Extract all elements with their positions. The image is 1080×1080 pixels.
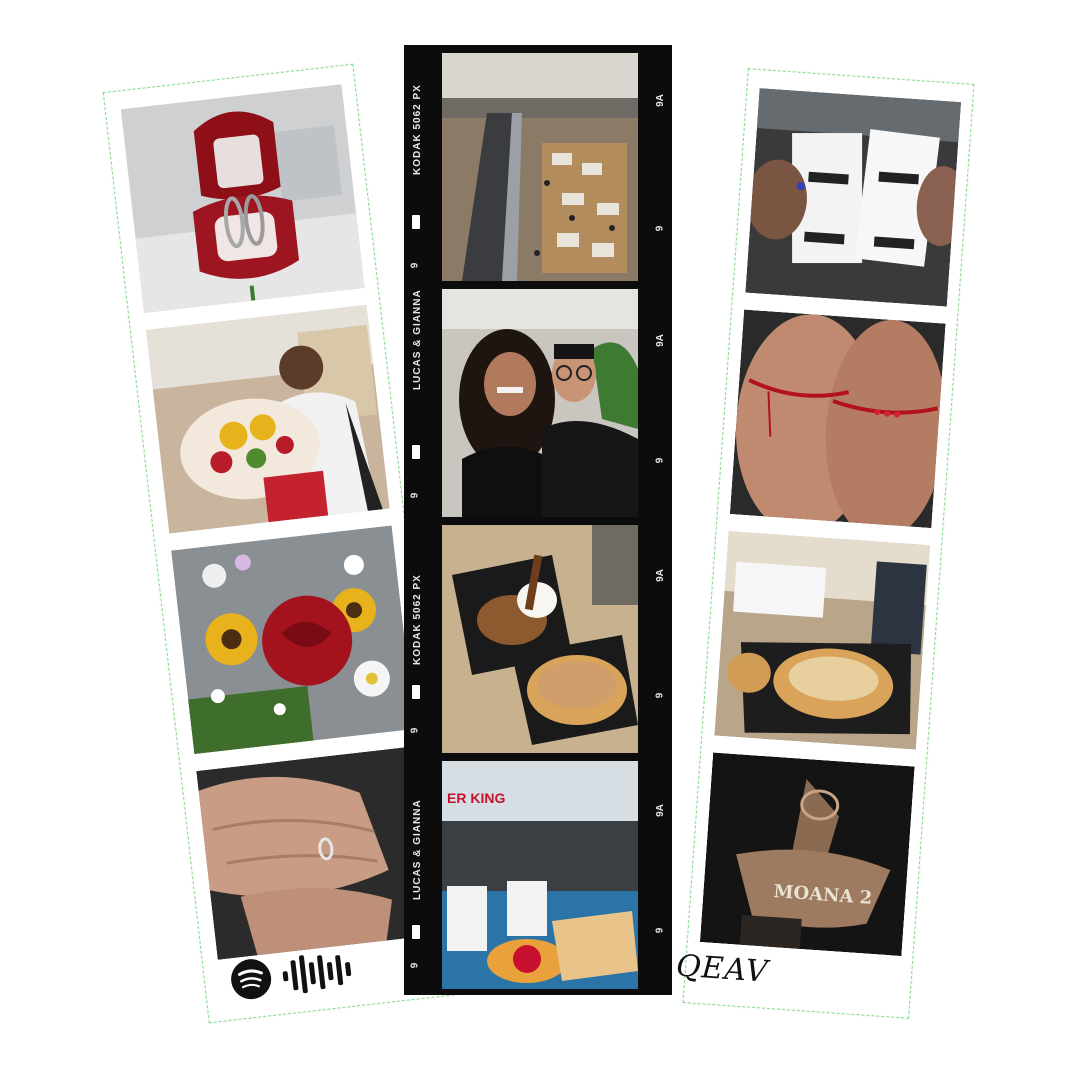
frame-number: 9A — [654, 94, 666, 107]
frame-number: 9 — [409, 262, 421, 269]
film-edge-label: KODAK 5062 PX — [412, 574, 423, 665]
mall-escalator-photo — [442, 53, 638, 281]
frame-number: 9A — [654, 804, 666, 817]
rose-sunflower-bouquet-photo — [171, 525, 415, 755]
frame-number: 9 — [654, 692, 666, 699]
frame-number: 9 — [654, 225, 666, 232]
red-thread-bracelets-photo — [729, 309, 946, 529]
film-edge-label: KODAK 5062 PX — [412, 84, 423, 175]
hands-with-ring-photo — [196, 745, 439, 960]
frame-number: 9 — [654, 457, 666, 464]
frame-number: 9 — [409, 727, 421, 734]
burger-king-meal-photo: ER KING — [442, 761, 638, 989]
frame-number: 9 — [409, 962, 421, 969]
signature-text: QEAV — [674, 948, 770, 990]
couple-selfie-photo — [442, 289, 638, 517]
right-photo-strip: MOANA 2 QEAV — [675, 68, 975, 1019]
film-edge-label-names: LUCAS & GIANNA — [412, 799, 423, 900]
ring-box-photo — [120, 84, 365, 314]
waffle-on-table-photo — [714, 531, 931, 750]
waffles-photo — [442, 525, 638, 753]
frame-number: 9 — [654, 927, 666, 934]
movie-receipts-photo — [745, 88, 962, 307]
film-strip: KODAK 5062 PX LUCAS & GIANNA KODAK 5062 … — [404, 45, 672, 995]
svg-text:ER KING: ER KING — [447, 790, 505, 806]
frame-number: 9A — [654, 569, 666, 582]
frame-number: 9 — [409, 492, 421, 499]
man-holding-bouquet-photo — [145, 304, 390, 534]
frame-number: 9A — [654, 334, 666, 347]
moana-2-popcorn-bucket-photo: MOANA 2 — [699, 752, 915, 957]
film-edge-label-names: LUCAS & GIANNA — [412, 289, 423, 390]
